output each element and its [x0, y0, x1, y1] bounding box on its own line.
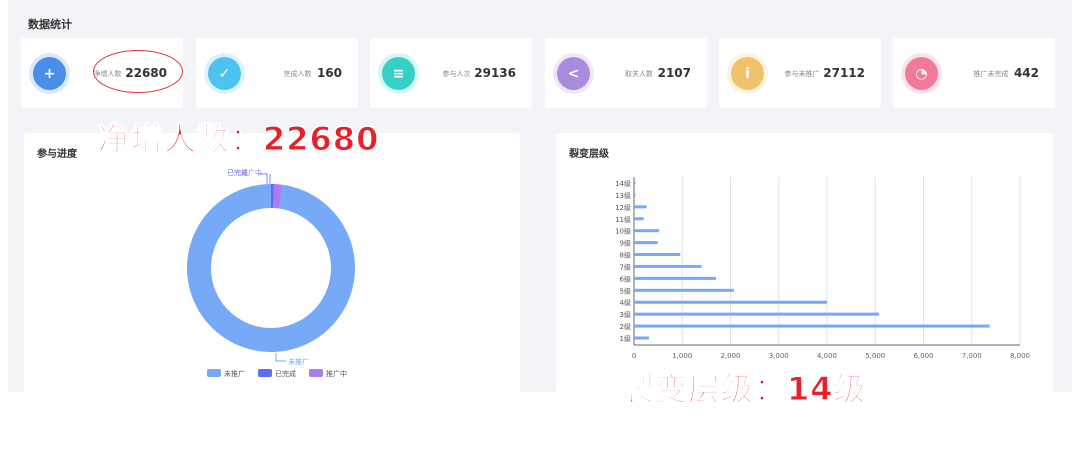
- share-icon: <: [557, 57, 590, 90]
- group-icon: ≡: [382, 57, 415, 90]
- annotation-net-growth: 净增人数：22680: [97, 120, 380, 159]
- legend-swatch: [207, 369, 221, 377]
- x-tick-label: 7,000: [962, 352, 982, 360]
- y-tick-label: 3级: [620, 310, 631, 319]
- bar-chart: 0 1,000 2,000 3,000 4,000 5,000 6,000 7,000 8,00…: [615, 177, 1030, 360]
- bar: [634, 264, 702, 268]
- levels-title: 裂变层级: [569, 149, 609, 160]
- stat-card: ≡ 参与人次 29136: [370, 38, 532, 108]
- x-tick-label: 6,000: [913, 352, 933, 360]
- stat-label: 推广未完成: [973, 70, 1009, 78]
- annotation-levels: 裂变层级：14级: [622, 370, 867, 409]
- x-tick-label: 0: [632, 352, 636, 360]
- progress-title: 参与进度: [37, 149, 77, 160]
- y-tick-label: 2级: [620, 322, 631, 331]
- donut-slice: [187, 184, 355, 352]
- y-tick-label: 12级: [615, 203, 631, 212]
- legend-label: 未推广: [224, 369, 245, 378]
- y-tick-label: 8级: [620, 251, 631, 260]
- levels-panel: 裂变层级 0 1,000 2,000 3,000 4,000 5,000 6,000 7,00…: [556, 133, 1053, 392]
- stat-label: 参与人次: [442, 70, 471, 78]
- stat-value: 160: [316, 66, 342, 80]
- y-tick-label: 10级: [615, 227, 631, 236]
- x-tick-label: 1,000: [672, 352, 692, 360]
- y-tick-label: 14级: [615, 179, 631, 188]
- y-tick-label: 9级: [620, 239, 631, 248]
- x-tick-label: 3,000: [769, 352, 789, 360]
- slice-label: 未推广: [288, 357, 309, 366]
- bar: [634, 205, 647, 209]
- stat-value: 29136: [474, 66, 516, 80]
- bar: [634, 181, 636, 185]
- legend-label: 已完成: [275, 369, 296, 378]
- bar: [634, 336, 649, 340]
- legend-swatch: [309, 369, 323, 377]
- stat-card: < 取关人数 2107: [545, 38, 707, 108]
- x-tick-label: 4,000: [817, 352, 837, 360]
- x-tick-label: 2,000: [720, 352, 740, 360]
- legend-swatch: [258, 369, 272, 377]
- bar: [634, 217, 644, 221]
- stat-card: ✓ 完成人数 160: [196, 38, 358, 108]
- check-circle-icon: ✓: [208, 57, 241, 90]
- x-tick-label: 8,000: [1010, 352, 1030, 360]
- pie-icon: ◔: [905, 57, 938, 90]
- slice-label: 推广中: [241, 168, 262, 177]
- stat-card: i 参与未推广 27112: [719, 38, 881, 108]
- bar: [634, 193, 636, 197]
- leader-line: [275, 353, 286, 362]
- stat-card: ◔ 推广未完成 442: [893, 38, 1055, 108]
- y-tick-label: 7级: [620, 262, 631, 271]
- y-tick-label: 6级: [620, 274, 631, 283]
- y-tick-label: 1级: [620, 334, 631, 343]
- progress-panel: 参与进度 未推广 已完成 推广中 未推广 已完成 推广中: [24, 133, 520, 392]
- y-tick-label: 5级: [620, 286, 631, 295]
- stat-value: 27112: [823, 66, 865, 80]
- bar: [634, 253, 681, 257]
- bar: [634, 276, 717, 280]
- stat-label: 参与未推广: [784, 70, 820, 78]
- bar: [634, 324, 990, 328]
- info-icon: i: [731, 57, 764, 90]
- x-tick-label: 5,000: [865, 352, 885, 360]
- bar: [634, 312, 880, 316]
- stat-value: 2107: [657, 66, 691, 80]
- stat-label: 取关人数: [625, 70, 653, 78]
- add-user-icon: +: [33, 57, 66, 90]
- highlight-ellipse: [93, 50, 183, 93]
- bar: [634, 288, 734, 292]
- y-tick-label: 11级: [615, 215, 631, 224]
- section-title: 数据统计: [28, 18, 72, 31]
- bar: [634, 229, 660, 233]
- stat-label: 完成人数: [283, 70, 312, 78]
- donut-chart: 未推广已完成推广中未推广 已完成 推广中: [187, 168, 355, 378]
- y-tick-label: 13级: [615, 191, 631, 200]
- bar: [634, 241, 658, 245]
- stat-value: 442: [1013, 66, 1039, 80]
- y-tick-label: 4级: [620, 298, 631, 307]
- legend-label: 推广中: [326, 369, 347, 378]
- bar: [634, 300, 827, 304]
